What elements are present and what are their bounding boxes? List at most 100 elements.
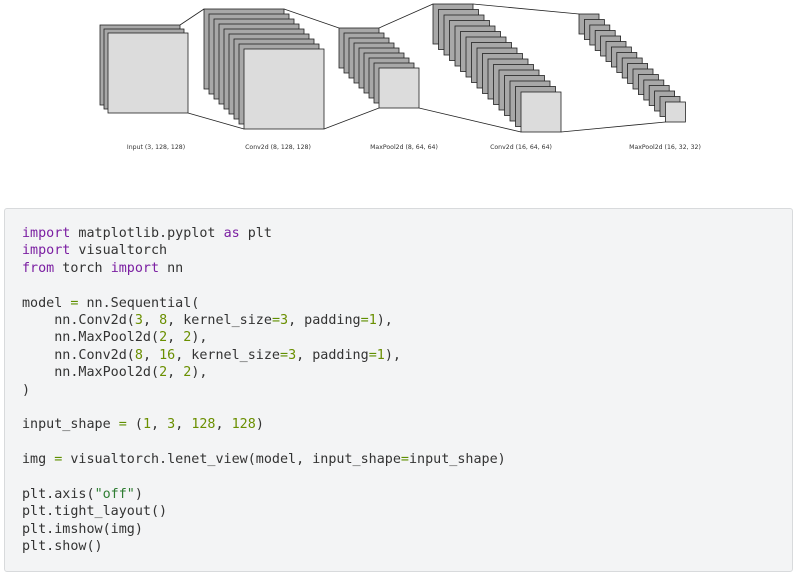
code-token-kw: import xyxy=(22,243,71,259)
code-line: model = nn.Sequential( xyxy=(22,295,506,312)
code-token: ) xyxy=(255,417,264,433)
layer-stack-maxpool2d-2 xyxy=(578,13,686,123)
code-listing: import matplotlib.pyplot as plt import vi… xyxy=(22,225,506,555)
code-token: ( xyxy=(126,417,143,433)
layer-label-conv2d-1: Conv2d (8, 128, 128) xyxy=(245,144,311,151)
code-token-kw: from xyxy=(22,260,55,276)
feature-map-front xyxy=(378,67,420,109)
code-line: plt.tight_layout() xyxy=(22,503,506,520)
code-token-num: 3 xyxy=(280,312,289,328)
code-token: ) xyxy=(134,486,143,502)
code-token-num: 128 xyxy=(191,417,216,433)
code-token: plt.tight_layout() xyxy=(22,504,168,520)
code-token: input_shape xyxy=(22,417,119,433)
code-token: , kernel_size xyxy=(175,347,280,363)
feature-map-front xyxy=(520,91,562,133)
code-block: import matplotlib.pyplot as plt import vi… xyxy=(4,208,793,572)
code-token: nn.MaxPool2d( xyxy=(22,365,160,381)
connector-line xyxy=(472,3,580,15)
feature-map-front xyxy=(665,101,686,123)
layer-labels: Input (3, 128, 128) Conv2d (8, 128, 128)… xyxy=(127,144,701,151)
code-token: , kernel_size xyxy=(167,312,272,328)
layer-label-maxpool2d-2: MaxPool2d (16, 32, 32) xyxy=(629,144,701,151)
connector-line xyxy=(179,8,205,26)
layer-stack-conv2d-1 xyxy=(203,8,325,130)
code-token-num: 2 xyxy=(159,365,168,381)
connector-line xyxy=(560,121,666,133)
code-line: plt.imshow(img) xyxy=(22,521,506,538)
code-token: nn xyxy=(159,260,184,276)
code-token: input_shape) xyxy=(408,452,506,468)
code-line: nn.Conv2d(8, 16, kernel_size=3, padding=… xyxy=(22,347,506,364)
code-token-kw: as xyxy=(223,226,240,241)
code-token: model xyxy=(22,295,71,311)
code-line: import visualtorch xyxy=(22,242,506,259)
layer-stack-input xyxy=(99,24,189,114)
code-token: nn.MaxPool2d( xyxy=(22,330,160,346)
code-token: , xyxy=(142,347,160,363)
code-token: ), xyxy=(191,330,208,346)
code-token: plt.imshow(img) xyxy=(22,521,143,537)
code-token-num: 128 xyxy=(231,417,256,433)
code-token-str: "off" xyxy=(94,486,135,502)
code-token: matplotlib.pyplot xyxy=(70,226,224,241)
layer-stack-maxpool2d-1 xyxy=(338,27,420,109)
code-line: ) xyxy=(22,382,506,399)
code-token: , xyxy=(175,417,192,433)
connector-line xyxy=(323,107,380,130)
code-token-num: 3 xyxy=(134,312,143,328)
code-token-num: 8 xyxy=(159,312,168,328)
code-token: img xyxy=(22,452,55,468)
code-token: plt xyxy=(239,226,272,241)
code-token: , padding xyxy=(296,347,369,363)
code-token: nn.Sequential( xyxy=(78,295,200,311)
feature-map-front xyxy=(107,32,189,114)
code-line: plt.show() xyxy=(22,538,506,555)
code-line: input_shape = (1, 3, 128, 128) xyxy=(22,416,506,433)
code-line: import matplotlib.pyplot as plt xyxy=(22,225,506,242)
feature-map-front xyxy=(243,48,325,130)
connector-line xyxy=(378,3,434,29)
code-token-num: 3 xyxy=(167,417,176,433)
code-token-op: = xyxy=(118,417,127,433)
code-line: plt.axis("off") xyxy=(22,486,506,503)
code-token: visualtorch.lenet_view(model, input_shap… xyxy=(62,452,401,468)
code-token-num: 1 xyxy=(376,347,385,363)
code-token: , xyxy=(167,330,184,346)
code-token-num: 1 xyxy=(142,417,151,433)
code-token: , xyxy=(215,417,232,433)
code-token-op: = xyxy=(368,347,377,363)
code-token-num: 8 xyxy=(134,347,143,363)
code-token: visualtorch xyxy=(70,243,168,259)
code-token-op: = xyxy=(360,312,369,328)
code-token-op: = xyxy=(280,347,289,363)
code-token: , xyxy=(142,312,160,328)
layer-label-conv2d-2: Conv2d (16, 64, 64) xyxy=(490,144,552,151)
code-token-kw: import xyxy=(110,260,160,276)
code-line: nn.Conv2d(3, 8, kernel_size=3, padding=1… xyxy=(22,312,506,329)
layer-stack-conv2d-2 xyxy=(432,3,562,133)
code-line: nn.MaxPool2d(2, 2), xyxy=(22,364,506,381)
code-token: , xyxy=(151,417,168,433)
code-token-num: 16 xyxy=(159,347,176,363)
code-token: torch xyxy=(54,260,111,276)
code-token: ), xyxy=(191,365,208,381)
code-line: nn.MaxPool2d(2, 2), xyxy=(22,329,506,346)
code-line: img = visualtorch.lenet_view(model, inpu… xyxy=(22,451,506,468)
code-token: , padding xyxy=(288,312,361,328)
code-token: plt.show() xyxy=(22,539,103,555)
code-token-num: 1 xyxy=(368,312,377,328)
code-token: nn.Conv2d( xyxy=(22,312,135,328)
code-token-kw: import xyxy=(22,226,71,241)
code-token-num: 3 xyxy=(288,347,297,363)
code-line: from torch import nn xyxy=(22,260,506,277)
code-token: ) xyxy=(22,382,31,398)
lenet-diagram: Input (3, 128, 128) Conv2d (8, 128, 128)… xyxy=(99,3,701,151)
layer-stacks xyxy=(99,3,686,133)
layer-label-maxpool2d-1: MaxPool2d (8, 64, 64) xyxy=(370,144,438,151)
layer-label-input: Input (3, 128, 128) xyxy=(127,144,185,151)
